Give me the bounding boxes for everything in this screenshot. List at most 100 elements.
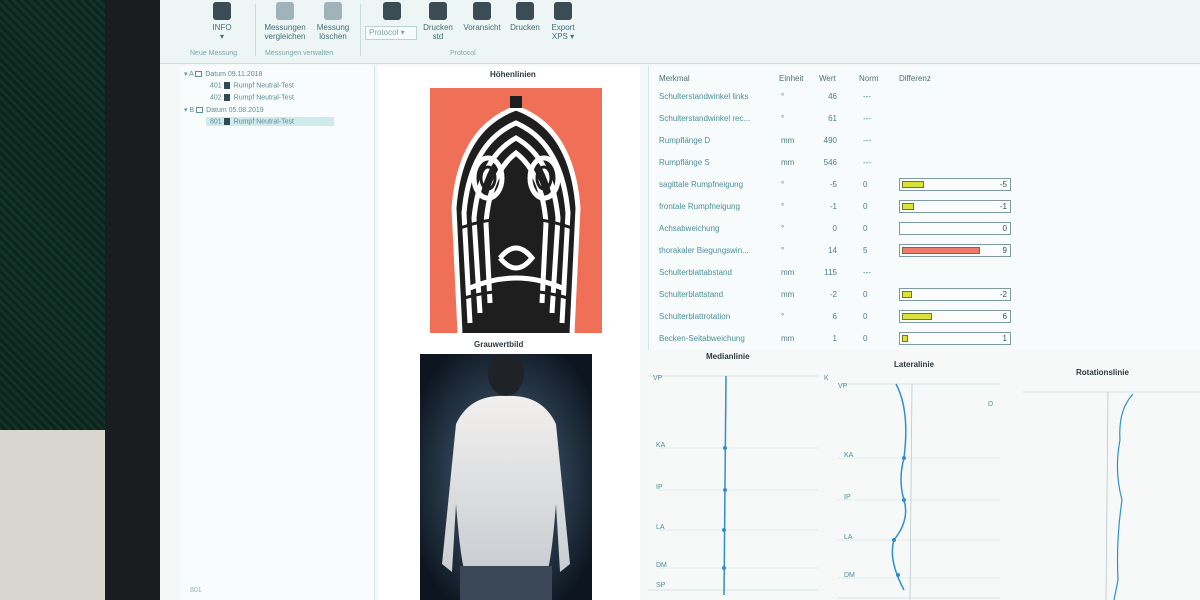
row-norm: ---: [863, 158, 871, 167]
axis-k-label: K: [824, 375, 829, 382]
level-dm: DM: [844, 572, 855, 579]
print-std-button[interactable]: Drucken std: [418, 2, 458, 41]
protocol-select-value: Protocol: [369, 28, 399, 37]
col-diff: Differenz: [899, 74, 931, 83]
grey-title: Grauwertbild: [474, 340, 524, 349]
tree-date-2[interactable]: ▾ B Datum 05.08.2019: [184, 106, 264, 114]
row-value: 490: [823, 136, 837, 145]
difference-value: 1: [1002, 334, 1007, 343]
compare-button[interactable]: Messungen vergleichen: [262, 2, 308, 41]
torso-icon: [223, 94, 230, 101]
export-xps-button[interactable]: Export XPS ▾: [543, 2, 583, 41]
grey-image[interactable]: [420, 354, 592, 600]
contour-title: Höhenlinien: [490, 70, 536, 79]
level-ip: IP: [656, 484, 663, 491]
difference-value: -1: [999, 202, 1007, 211]
app-window: INFO ▾ Neue Messung Messungen vergleiche…: [160, 0, 1200, 600]
row-value: -5: [829, 180, 837, 189]
delete-label: Messung löschen: [316, 23, 350, 41]
row-value: -1: [829, 202, 837, 211]
preview-label: Voransicht: [463, 23, 501, 32]
charts-svg[interactable]: VP VP K D: [648, 350, 1200, 600]
row-unit: mm: [781, 334, 795, 343]
tree-item-801[interactable]: 801 Rumpf Neutral-Test: [206, 117, 334, 127]
calendar-icon: [195, 71, 203, 78]
tree-item-prefix: 801: [210, 118, 222, 126]
print-preview-button[interactable]: Voransicht: [460, 2, 504, 32]
difference-bar-fill: [902, 247, 980, 254]
difference-value: -2: [999, 290, 1007, 299]
row-unit: mm: [781, 268, 795, 277]
row-norm: 0: [863, 334, 868, 343]
row-unit: mm: [781, 290, 795, 299]
lateral-line: [891, 383, 907, 591]
row-label: Schulterblattrotation: [659, 312, 731, 321]
tree-item-402[interactable]: 402 Rumpf Neutral-Test: [210, 94, 294, 101]
desk-surface: [0, 430, 120, 600]
tree-footer: 801: [190, 587, 202, 594]
row-unit: mm: [781, 136, 795, 145]
col-norm: Norm: [859, 74, 879, 83]
print-button[interactable]: Drucken: [505, 2, 545, 32]
person-icon: [213, 2, 231, 20]
torso-icon: [223, 82, 230, 89]
row-value: 6: [832, 312, 837, 321]
row-unit: °: [781, 312, 785, 321]
row-value: 61: [828, 114, 837, 123]
printer-edit-icon: [516, 2, 534, 20]
printer-icon: [429, 2, 447, 20]
tree-item-label: Rumpf Neutral-Test: [233, 118, 294, 126]
row-norm: ---: [863, 136, 871, 145]
row-norm: 0: [863, 312, 868, 321]
line-charts: Medianlinie Lateralinie Rotationslinie V…: [648, 350, 1200, 600]
level-ka: KA: [844, 452, 854, 459]
row-unit: °: [781, 224, 785, 233]
contour-image[interactable]: [430, 88, 602, 333]
col-unit: Einheit: [779, 74, 804, 83]
tree-item-401[interactable]: 401 Rumpf Neutral-Test: [210, 82, 294, 89]
level-ip: IP: [844, 494, 851, 501]
row-value: 14: [828, 246, 837, 255]
info-button[interactable]: INFO ▾: [202, 2, 242, 41]
level-dm: DM: [656, 562, 667, 569]
difference-bar: 9: [899, 244, 1011, 257]
tree-item-label: Rumpf Neutral-Test: [233, 82, 294, 90]
row-label: thorakaler Biegungswin...: [659, 246, 749, 255]
row-norm: ---: [863, 268, 871, 277]
row-norm: ---: [863, 114, 871, 123]
print-preview-icon: [473, 2, 491, 20]
row-unit: °: [781, 202, 785, 211]
row-label: Schulterblattstand: [659, 290, 724, 299]
row-value: 46: [828, 92, 837, 101]
difference-bar-fill: [902, 335, 908, 342]
row-label: Schulterstandwinkel links: [659, 92, 749, 101]
info-label: INFO: [212, 23, 232, 32]
export-icon: [554, 2, 572, 20]
row-label: Schulterblattabstand: [659, 268, 732, 277]
col-feature: Merkmal: [659, 74, 690, 83]
delete-measurement-button[interactable]: Messung löschen: [312, 2, 354, 41]
row-label: Becken-Seitabweichung: [659, 334, 745, 343]
group-new: Neue Messung: [190, 50, 238, 57]
difference-bar-fill: [902, 181, 924, 188]
difference-value: 0: [1002, 224, 1007, 233]
tree-date-1[interactable]: ▾ A Datum 09.11.2018: [184, 70, 262, 78]
calendar-icon: [196, 107, 204, 114]
protocol-button[interactable]: [372, 2, 412, 23]
tree-date-label: Datum 09.11.2018: [205, 71, 263, 78]
results-table: Merkmal Einheit Wert Norm Differenz Schu…: [648, 66, 1200, 350]
torso-icon: [223, 118, 230, 125]
level-vp: VP: [838, 383, 848, 390]
row-norm: 0: [863, 224, 868, 233]
ribbon-separator: [360, 4, 361, 56]
protocol-select[interactable]: Protocol ▾: [365, 26, 417, 40]
tree-date-label: Datum 05.08.2019: [206, 107, 264, 114]
info-dropdown: ▾: [219, 32, 224, 41]
difference-value: 9: [1002, 246, 1007, 255]
level-sp: SP: [656, 582, 666, 589]
delete-measurement-icon: [324, 2, 342, 20]
difference-bar: 0: [899, 222, 1011, 235]
group-manage: Messungen verwalten: [265, 50, 334, 57]
row-value: 546: [823, 158, 837, 167]
row-unit: °: [781, 114, 785, 123]
